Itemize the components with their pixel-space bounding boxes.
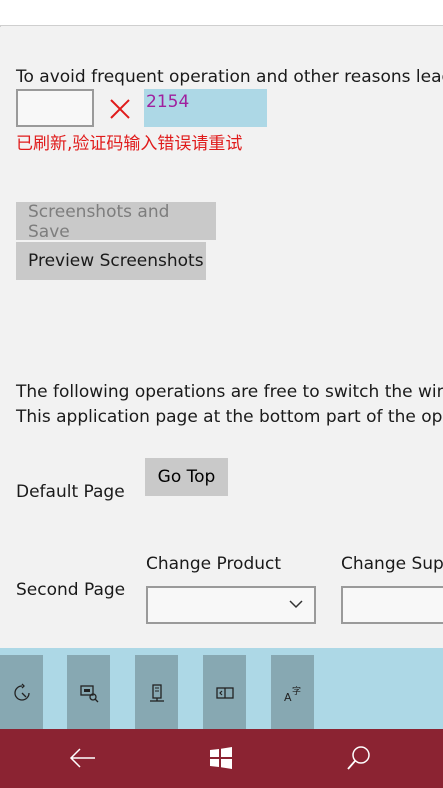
- close-icon[interactable]: [108, 97, 132, 121]
- captcha-input[interactable]: [16, 89, 94, 127]
- appbar-button-screen-search[interactable]: [67, 655, 110, 729]
- screenshots-save-button[interactable]: Screenshots and Save: [16, 202, 216, 242]
- phone-device-icon: [149, 684, 164, 702]
- back-button[interactable]: [68, 743, 98, 773]
- chevron-down-icon: [289, 600, 303, 609]
- screen-split-icon: [215, 687, 234, 699]
- appbar-button-translate[interactable]: A 字: [271, 655, 314, 729]
- captcha-code[interactable]: 2154: [144, 89, 267, 127]
- svg-text:A: A: [284, 691, 292, 703]
- screen-search-icon: [79, 685, 98, 703]
- product-dropdown[interactable]: [146, 586, 316, 624]
- notice-text: To avoid frequent operation and other re…: [16, 67, 443, 87]
- supplier-dropdown[interactable]: [341, 586, 443, 624]
- preview-screenshots-button[interactable]: Preview Screenshots: [16, 242, 206, 280]
- rotate-icon: [13, 683, 30, 701]
- info-text-line-2: This application page at the bottom part…: [16, 407, 443, 427]
- search-button[interactable]: [344, 743, 374, 773]
- app-bar: A 字: [0, 648, 443, 729]
- windows-start-icon: [210, 747, 232, 769]
- system-nav-bar: [0, 729, 443, 788]
- captcha-error-text: 已刷新,验证码输入错误请重试: [16, 134, 243, 154]
- appbar-button-device[interactable]: [135, 655, 178, 729]
- start-button[interactable]: [206, 743, 236, 773]
- change-supplier-label: Change Supp: [341, 554, 443, 574]
- appbar-button-screen-split[interactable]: [203, 655, 246, 729]
- info-text-line-1: The following operations are free to swi…: [16, 382, 443, 402]
- main-content: To avoid frequent operation and other re…: [0, 27, 443, 648]
- change-product-label: Change Product: [146, 554, 282, 574]
- second-page-label: Second Page: [16, 580, 126, 600]
- window-top-strip: [0, 0, 443, 26]
- search-icon: [347, 746, 370, 770]
- back-arrow-icon: [69, 748, 95, 768]
- svg-text:字: 字: [292, 685, 301, 697]
- default-page-label: Default Page: [16, 482, 125, 502]
- translate-icon: A 字: [284, 685, 301, 703]
- appbar-button-rotate[interactable]: [0, 655, 43, 729]
- go-top-button[interactable]: Go Top: [145, 458, 228, 496]
